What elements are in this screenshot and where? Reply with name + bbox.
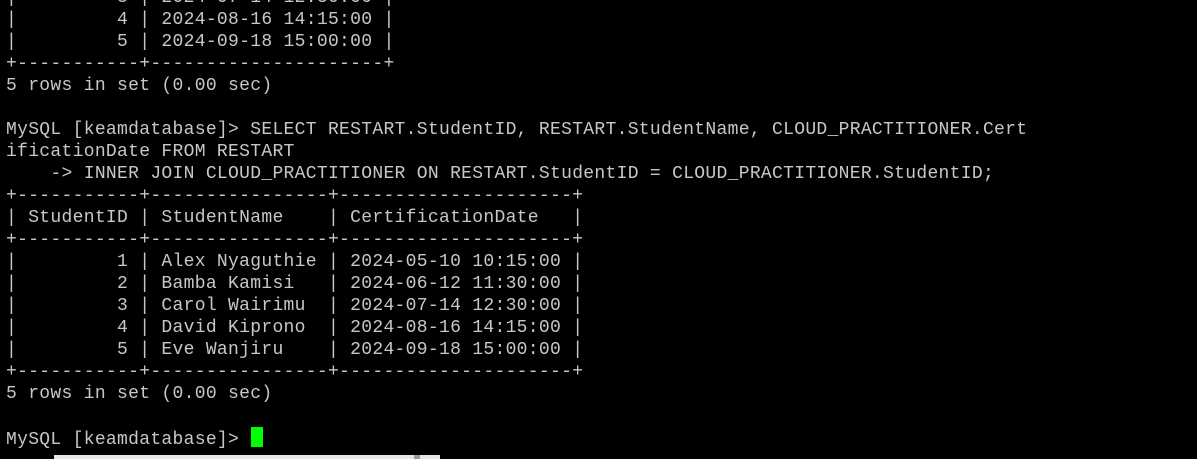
terminal-line: | 4 | David Kiprono | 2024-08-16 14:15:0… <box>6 318 584 338</box>
terminal-line: | StudentID | StudentName | Certificatio… <box>6 208 584 228</box>
terminal-line: | 5 | 2024-09-18 15:00:00 | <box>6 32 395 52</box>
terminal-line: +-----------+----------------+----------… <box>6 362 584 382</box>
terminal-line: | 5 | Eve Wanjiru | 2024-09-18 15:00:00 … <box>6 340 584 360</box>
terminal-line: ificationDate FROM RESTART <box>6 142 295 162</box>
taskbar-separator <box>414 455 420 459</box>
mysql-prompt: MySQL [keamdatabase]> <box>6 430 251 450</box>
terminal-line: 5 rows in set (0.00 sec) <box>6 384 273 404</box>
terminal-line: | 2 | Bamba Kamisi | 2024-06-12 11:30:00… <box>6 274 584 294</box>
prompt-line[interactable]: MySQL [keamdatabase]> <box>6 427 1191 450</box>
terminal-line: +-----------+----------------+----------… <box>6 230 584 250</box>
terminal-line: MySQL [keamdatabase]> SELECT RESTART.Stu… <box>6 120 1028 140</box>
terminal-line: | 4 | 2024-08-16 14:15:00 | <box>6 10 395 30</box>
terminal-line: -> INNER JOIN CLOUD_PRACTITIONER ON REST… <box>6 164 995 184</box>
terminal-line: | 1 | Alex Nyaguthie | 2024-05-10 10:15:… <box>6 252 584 272</box>
terminal-window[interactable]: | 3 | 2024-07-14 12:30:00 | | 4 | 2024-0… <box>6 0 1191 459</box>
text-cursor <box>251 427 264 447</box>
terminal-line: 5 rows in set (0.00 sec) <box>6 76 273 96</box>
taskbar-window-button[interactable] <box>54 455 440 459</box>
taskbar-strip <box>0 455 1197 459</box>
terminal-line: | 3 | Carol Wairimu | 2024-07-14 12:30:0… <box>6 296 584 316</box>
terminal-line: +-----------+----------------+----------… <box>6 186 584 206</box>
terminal-line: +-----------+---------------------+ <box>6 54 395 74</box>
terminal-line: | 3 | 2024-07-14 12:30:00 | <box>6 0 1191 9</box>
